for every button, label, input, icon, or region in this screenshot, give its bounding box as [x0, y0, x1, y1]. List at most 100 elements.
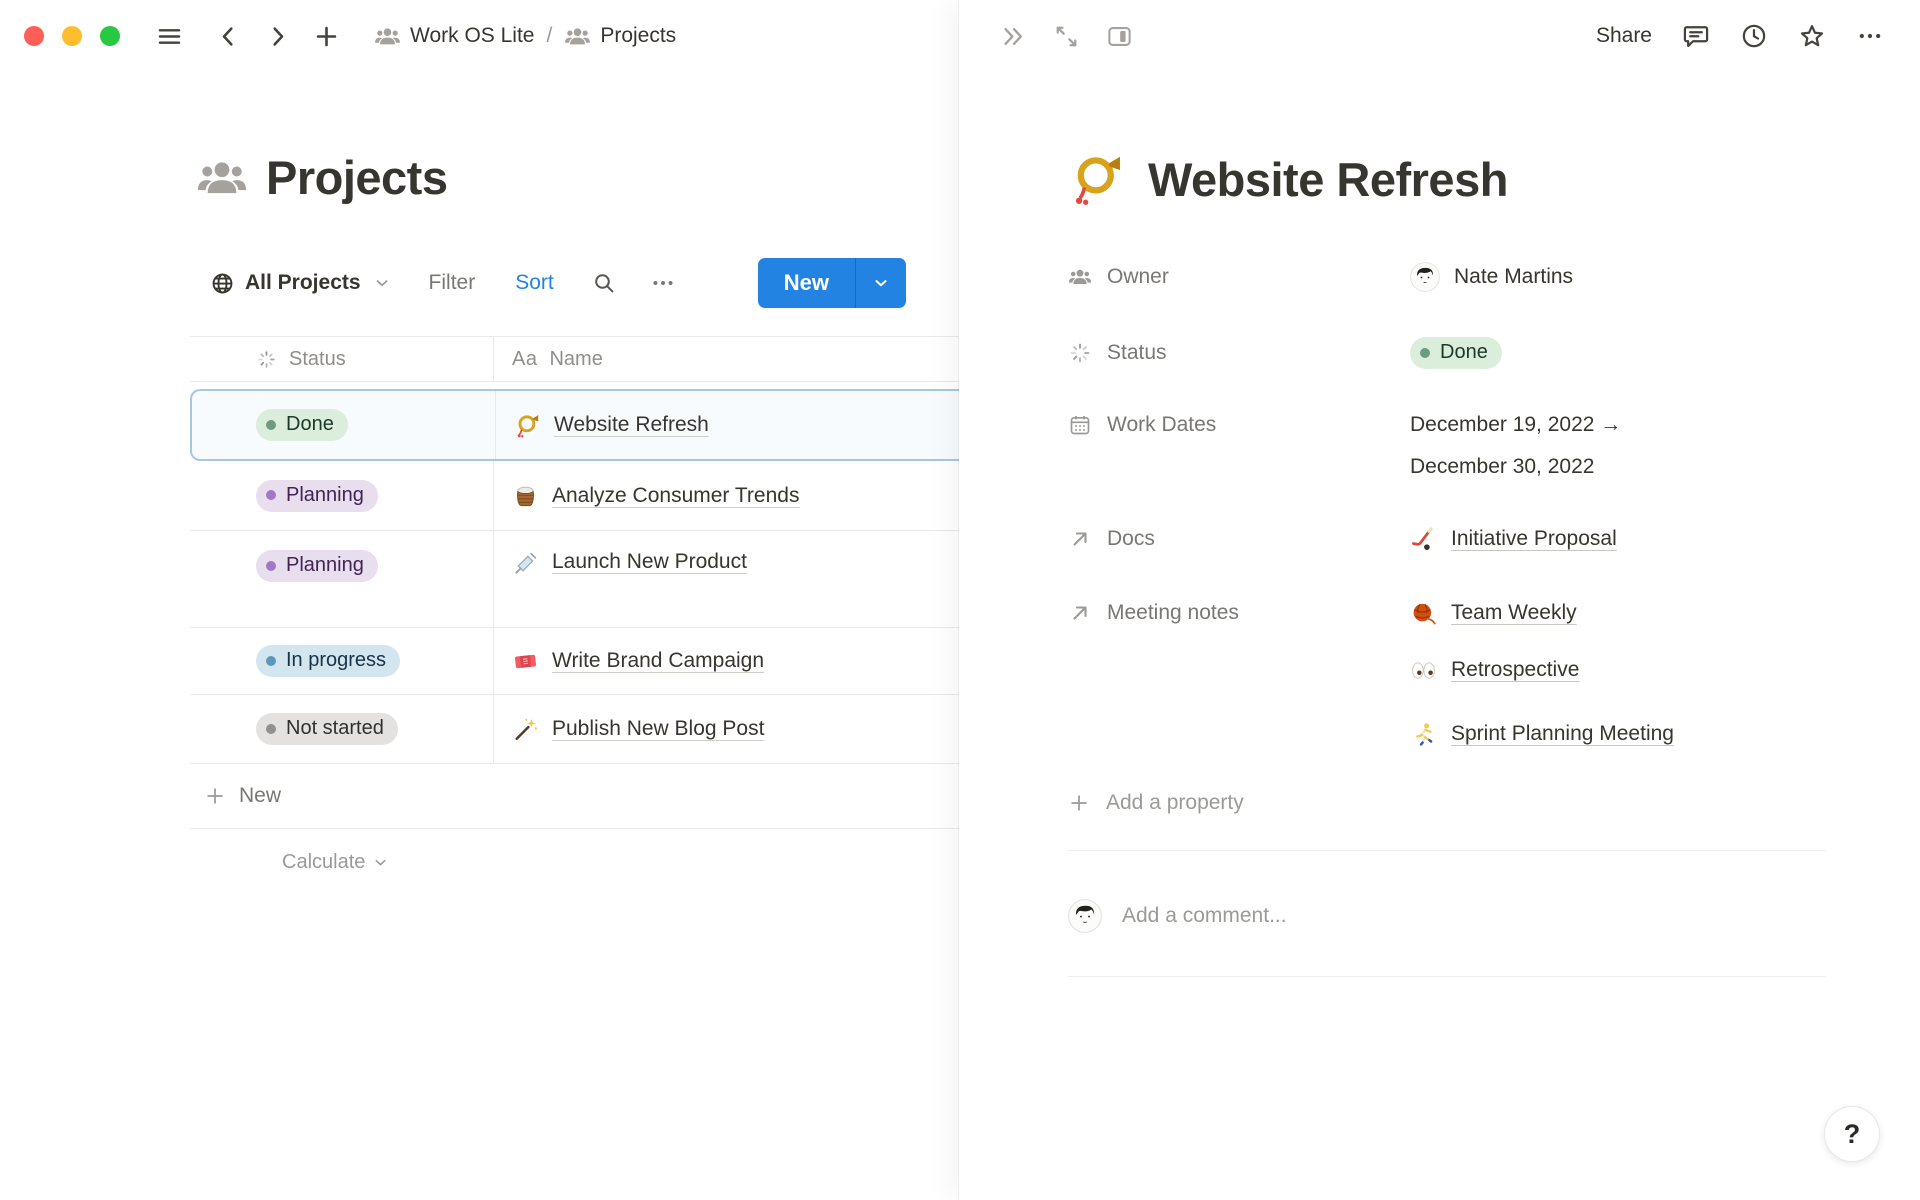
name-cell[interactable]: Publish New Blog Post [494, 695, 980, 763]
expand-diagonal-icon[interactable] [1053, 23, 1080, 50]
back-chevron-icon[interactable] [215, 23, 242, 50]
relation-link[interactable]: Team Weekly [1410, 600, 1577, 627]
new-entry-button-main[interactable]: New [758, 258, 855, 308]
page-link[interactable]: Launch New Product [552, 550, 747, 574]
peek-page-title-text[interactable]: Website Refresh [1148, 152, 1508, 207]
table-header-row: Status Aa Name [190, 336, 980, 382]
status-dot [1420, 348, 1430, 358]
breadcrumb-workspace[interactable]: Work OS Lite [374, 23, 534, 50]
database-toolbar: All Projects Filter Sort New [190, 258, 906, 308]
chevron-down-icon [872, 274, 890, 292]
name-cell[interactable]: Website Refresh [496, 391, 980, 459]
close-window-button[interactable] [24, 26, 44, 46]
more-options-icon[interactable] [1856, 22, 1884, 50]
traffic-lights [24, 26, 120, 46]
question-mark-icon: ? [1844, 1119, 1861, 1150]
minimize-window-button[interactable] [62, 26, 82, 46]
name-column-header[interactable]: Aa Name [494, 337, 980, 381]
property-label-work-dates[interactable]: Work Dates [1068, 404, 1410, 446]
side-peek-toggle-icon[interactable] [1106, 23, 1133, 50]
relation-link[interactable]: Sprint Planning Meeting [1410, 721, 1674, 748]
status-cell[interactable]: Planning [190, 531, 494, 627]
postal-horn-icon[interactable] [1068, 150, 1126, 208]
forward-chevron-icon[interactable] [264, 23, 291, 50]
magic-wand-icon [512, 716, 539, 743]
table-row[interactable]: In progress Write Brand Campaign [190, 628, 980, 695]
status-cell[interactable]: Not started [190, 695, 494, 763]
table-row[interactable]: Planning Analyze Consumer Trends [190, 461, 980, 531]
page-title: Projects [266, 150, 447, 205]
people-icon[interactable] [196, 152, 248, 204]
status-label: Done [1440, 341, 1488, 364]
status-value[interactable]: Done [1410, 328, 1826, 378]
work-dates-value[interactable]: December 19, 2022 → December 30, 2022 [1410, 404, 1826, 488]
chevron-down-icon [373, 274, 391, 292]
relation-link-text: Retrospective [1451, 658, 1579, 682]
double-chevron-right-icon[interactable] [1000, 23, 1027, 50]
page-link[interactable]: Analyze Consumer Trends [552, 484, 799, 508]
add-row-button[interactable]: New [190, 764, 980, 829]
property-owner: Owner Nate Martins [1068, 252, 1826, 302]
table-row[interactable]: Done Website Refresh [190, 389, 980, 461]
plus-icon [204, 785, 226, 807]
status-label: Planning [286, 554, 364, 577]
person-running-icon [1410, 721, 1437, 748]
name-cell[interactable]: Analyze Consumer Trends [494, 461, 980, 530]
property-label-docs[interactable]: Docs [1068, 514, 1410, 564]
status-spinner-icon [256, 349, 277, 370]
arrow-up-right-icon [1068, 601, 1092, 625]
name-cell[interactable]: Launch New Product [494, 531, 980, 627]
status-dot [266, 656, 276, 666]
people-icon [1068, 265, 1092, 289]
calendar-icon [1068, 413, 1092, 437]
table-row[interactable]: Not started Publish New Blog Post [190, 695, 980, 764]
view-selector[interactable]: All Projects [210, 271, 391, 296]
more-options-icon[interactable] [650, 270, 676, 296]
nate-martins-avatar [1068, 899, 1102, 933]
calculate-footer[interactable]: Calculate [190, 829, 980, 895]
breadcrumb-page[interactable]: Projects [564, 23, 676, 50]
relation-link-text: Sprint Planning Meeting [1451, 722, 1674, 746]
projects-table: Status Aa Name Done Website Refresh Plan… [190, 336, 980, 895]
property-label-owner[interactable]: Owner [1068, 252, 1410, 302]
status-cell[interactable]: Done [192, 391, 496, 459]
page-link[interactable]: Publish New Blog Post [552, 717, 764, 741]
new-entry-button: New [758, 258, 906, 308]
owner-value[interactable]: Nate Martins [1410, 252, 1826, 302]
status-label: Planning [286, 484, 364, 507]
date-range-start: December 19, 2022 → [1410, 404, 1826, 446]
status-dot [266, 420, 276, 430]
eyes-icon [1410, 657, 1437, 684]
share-button[interactable]: Share [1596, 24, 1652, 48]
name-cell[interactable]: Write Brand Campaign [494, 628, 980, 694]
status-column-header[interactable]: Status [190, 337, 494, 381]
relation-link-text: Initiative Proposal [1451, 527, 1617, 551]
search-icon[interactable] [592, 271, 616, 295]
history-clock-icon[interactable] [1740, 22, 1768, 50]
star-favorite-icon[interactable] [1798, 22, 1826, 50]
view-name: All Projects [245, 271, 361, 295]
comment-input[interactable] [1120, 903, 1826, 929]
people-icon [564, 23, 591, 50]
breadcrumb-label: Work OS Lite [410, 24, 534, 48]
status-cell[interactable]: In progress [190, 628, 494, 694]
filter-button[interactable]: Filter [429, 271, 476, 295]
help-button[interactable]: ? [1824, 1106, 1880, 1162]
page-link[interactable]: Website Refresh [554, 413, 709, 437]
table-row[interactable]: Planning Launch New Product [190, 531, 980, 628]
yarn-icon [1410, 600, 1437, 627]
status-cell[interactable]: Planning [190, 461, 494, 530]
comment-bubble-icon[interactable] [1682, 22, 1710, 50]
zoom-window-button[interactable] [100, 26, 120, 46]
add-property-button[interactable]: Add a property [1068, 778, 1826, 828]
new-entry-dropdown[interactable] [855, 258, 906, 308]
property-label-status[interactable]: Status [1068, 328, 1410, 378]
new-page-plus-icon[interactable] [313, 23, 340, 50]
property-label-meeting-notes[interactable]: Meeting notes [1068, 588, 1410, 638]
page-link[interactable]: Write Brand Campaign [552, 649, 764, 673]
relation-link[interactable]: Initiative Proposal [1410, 526, 1617, 553]
relation-link[interactable]: Retrospective [1410, 657, 1579, 684]
status-dot [266, 561, 276, 571]
hamburger-menu-icon[interactable] [156, 23, 183, 50]
sort-button[interactable]: Sort [515, 271, 554, 295]
